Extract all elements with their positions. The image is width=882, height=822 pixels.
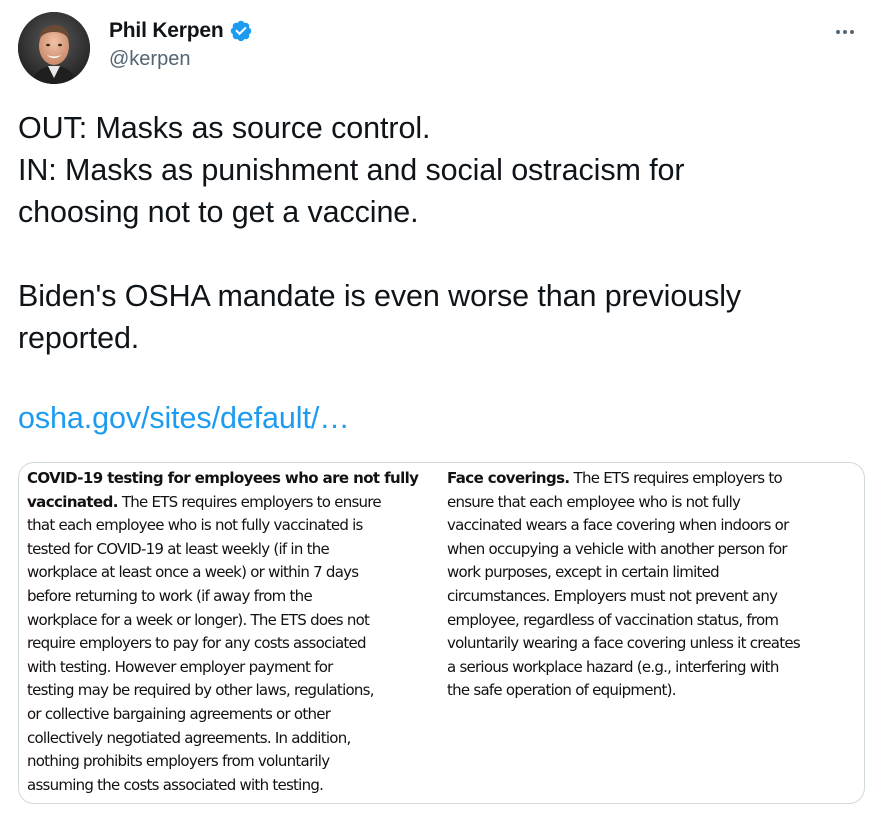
tweet-text-line: OUT: Masks as source control. — [18, 111, 431, 145]
tweet-text-line: IN: Masks as punishment and social ostra… — [18, 153, 685, 187]
avatar[interactable] — [18, 12, 90, 84]
doc-column-face-coverings: Face coverings. The ETS requires employe… — [447, 467, 801, 703]
doc-line: ensure that each employee who is not ful… — [447, 492, 741, 511]
verified-badge-icon — [229, 19, 253, 43]
more-icon-dot — [850, 30, 854, 34]
doc-line: testing may be required by other laws, r… — [27, 681, 375, 700]
doc-line: vaccinated. The ETS requires employers t… — [27, 491, 418, 515]
tweet-header: Phil Kerpen @kerpen — [18, 12, 864, 86]
doc-line: assuming the costs associated with testi… — [27, 775, 324, 794]
doc-line: circumstances. Employers must not preven… — [447, 586, 778, 605]
doc-line: or collective bargaining agreements or o… — [27, 704, 331, 723]
display-name-row: Phil Kerpen — [109, 17, 253, 45]
doc-line: with testing. However employer payment f… — [27, 657, 333, 676]
tweet-text-line: choosing not to get a vaccine. — [18, 195, 419, 229]
doc-text: The ETS requires employers to ensure — [117, 492, 382, 511]
more-icon-dot — [843, 30, 847, 34]
doc-line: require employers to pay for any costs a… — [27, 634, 367, 653]
doc-heading: vaccinated. — [27, 492, 118, 511]
doc-line: vaccinated wears a face covering when in… — [447, 516, 789, 535]
doc-line: when occupying a vehicle with another pe… — [447, 539, 788, 558]
tweet-text-line: Biden's OSHA mandate is even worse than … — [18, 279, 742, 313]
user-info: Phil Kerpen @kerpen — [109, 17, 253, 71]
doc-line: workplace for a week or longer). The ETS… — [27, 610, 370, 629]
more-button[interactable] — [830, 22, 860, 42]
tweet-text: OUT: Masks as source control. IN: Masks … — [18, 107, 868, 359]
doc-line: nothing prohibits employers from volunta… — [27, 752, 330, 771]
doc-text: The ETS requires employers to — [569, 469, 783, 487]
more-icon — [836, 30, 840, 34]
doc-line: a serious workplace hazard (e.g., interf… — [447, 657, 779, 676]
doc-line: voluntarily wearing a face covering unle… — [447, 634, 801, 653]
tweet: Phil Kerpen @kerpen OUT: Masks as source… — [0, 0, 882, 822]
doc-line: work purposes, except in certain limited — [447, 563, 720, 582]
doc-line: tested for COVID-19 at least weekly (if … — [27, 539, 330, 558]
doc-heading: COVID-19 testing for employees who are n… — [27, 469, 419, 487]
doc-line: before returning to work (if away from t… — [27, 586, 313, 605]
doc-line: the safe operation of equipment). — [447, 681, 676, 700]
doc-line: employee, regardless of vaccination stat… — [447, 610, 779, 629]
document-excerpt: COVID-19 testing for employees who are n… — [27, 467, 858, 799]
user-handle[interactable]: @kerpen — [109, 48, 253, 71]
avatar-photo — [18, 12, 90, 84]
doc-line: workplace at least once a week) or withi… — [27, 563, 359, 582]
doc-line: Face coverings. The ETS requires employe… — [447, 467, 800, 491]
media-image[interactable]: COVID-19 testing for employees who are n… — [18, 462, 865, 804]
tweet-link[interactable]: osha.gov/sites/default/… — [18, 397, 350, 439]
doc-line: that each employee who is not fully vacc… — [27, 516, 363, 535]
display-name[interactable]: Phil Kerpen — [109, 19, 224, 43]
doc-column-testing: COVID-19 testing for employees who are n… — [27, 467, 419, 797]
tweet-text-line: reported. — [18, 321, 140, 355]
doc-heading: Face coverings. — [447, 469, 570, 487]
doc-line: COVID-19 testing for employees who are n… — [27, 467, 419, 491]
doc-line: collectively negotiated agreements. In a… — [27, 728, 351, 747]
